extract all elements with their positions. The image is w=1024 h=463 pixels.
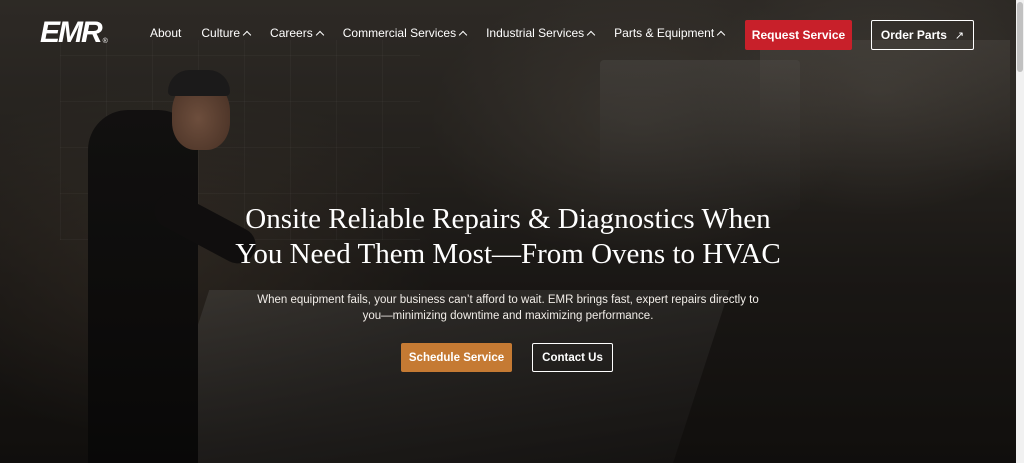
page-scrollbar[interactable] — [1016, 0, 1024, 463]
nav-item-about[interactable]: About — [150, 26, 181, 40]
nav-item-careers[interactable]: Careers — [270, 26, 324, 40]
nav-item-industrial-services[interactable]: Industrial Services — [486, 26, 596, 40]
hero-subtext: When equipment fails, your business can’… — [240, 292, 776, 324]
nav-item-label: About — [150, 26, 182, 40]
chevron-up-icon — [315, 30, 324, 39]
nav-item-label: Commercial Services — [342, 26, 457, 40]
external-arrow-icon: ↗ — [954, 29, 965, 42]
nav-item-label: Industrial Services — [486, 26, 585, 40]
hero-headline: Onsite Reliable Repairs & Diagnostics Wh… — [180, 202, 836, 272]
order-parts-button[interactable]: Order Parts ↗ — [871, 20, 974, 50]
logo-registered-mark: ® — [102, 38, 108, 45]
nav-item-parts-equipment[interactable]: Parts & Equipment — [614, 26, 726, 40]
nav-item-culture[interactable]: Culture — [201, 26, 252, 40]
subtext-line-1: When equipment fails, your business can’… — [257, 294, 759, 306]
subtext-line-2: you—minimizing downtime and maximizing p… — [362, 310, 654, 322]
emr-logo[interactable]: EMR ® — [40, 17, 120, 49]
chevron-up-icon — [458, 30, 468, 39]
contact-us-button[interactable]: Contact Us — [532, 343, 613, 372]
logo-wordmark: EMR — [40, 16, 103, 49]
nav-item-label: Careers — [270, 26, 313, 40]
headline-line-2: You Need Them Most—From Ovens to HVAC — [235, 238, 781, 270]
site-header: EMR ® About Culture Careers Commercial S… — [0, 0, 1016, 70]
request-service-button[interactable]: Request Service — [745, 20, 852, 50]
main-menu: About Culture Careers Commercial Service… — [150, 26, 744, 40]
chevron-up-icon — [242, 30, 252, 39]
order-parts-label: Order Parts — [880, 28, 947, 42]
chevron-up-icon — [586, 30, 596, 39]
nav-item-label: Culture — [201, 26, 241, 40]
hero-section: EMR ® About Culture Careers Commercial S… — [0, 0, 1016, 463]
scrollbar-thumb[interactable] — [1017, 2, 1023, 72]
chevron-up-icon — [716, 30, 726, 39]
nav-item-commercial-services[interactable]: Commercial Services — [342, 26, 468, 40]
headline-line-1: Onsite Reliable Repairs & Diagnostics Wh… — [245, 203, 771, 235]
nav-item-label: Parts & Equipment — [614, 26, 715, 40]
schedule-service-button[interactable]: Schedule Service — [401, 343, 512, 372]
